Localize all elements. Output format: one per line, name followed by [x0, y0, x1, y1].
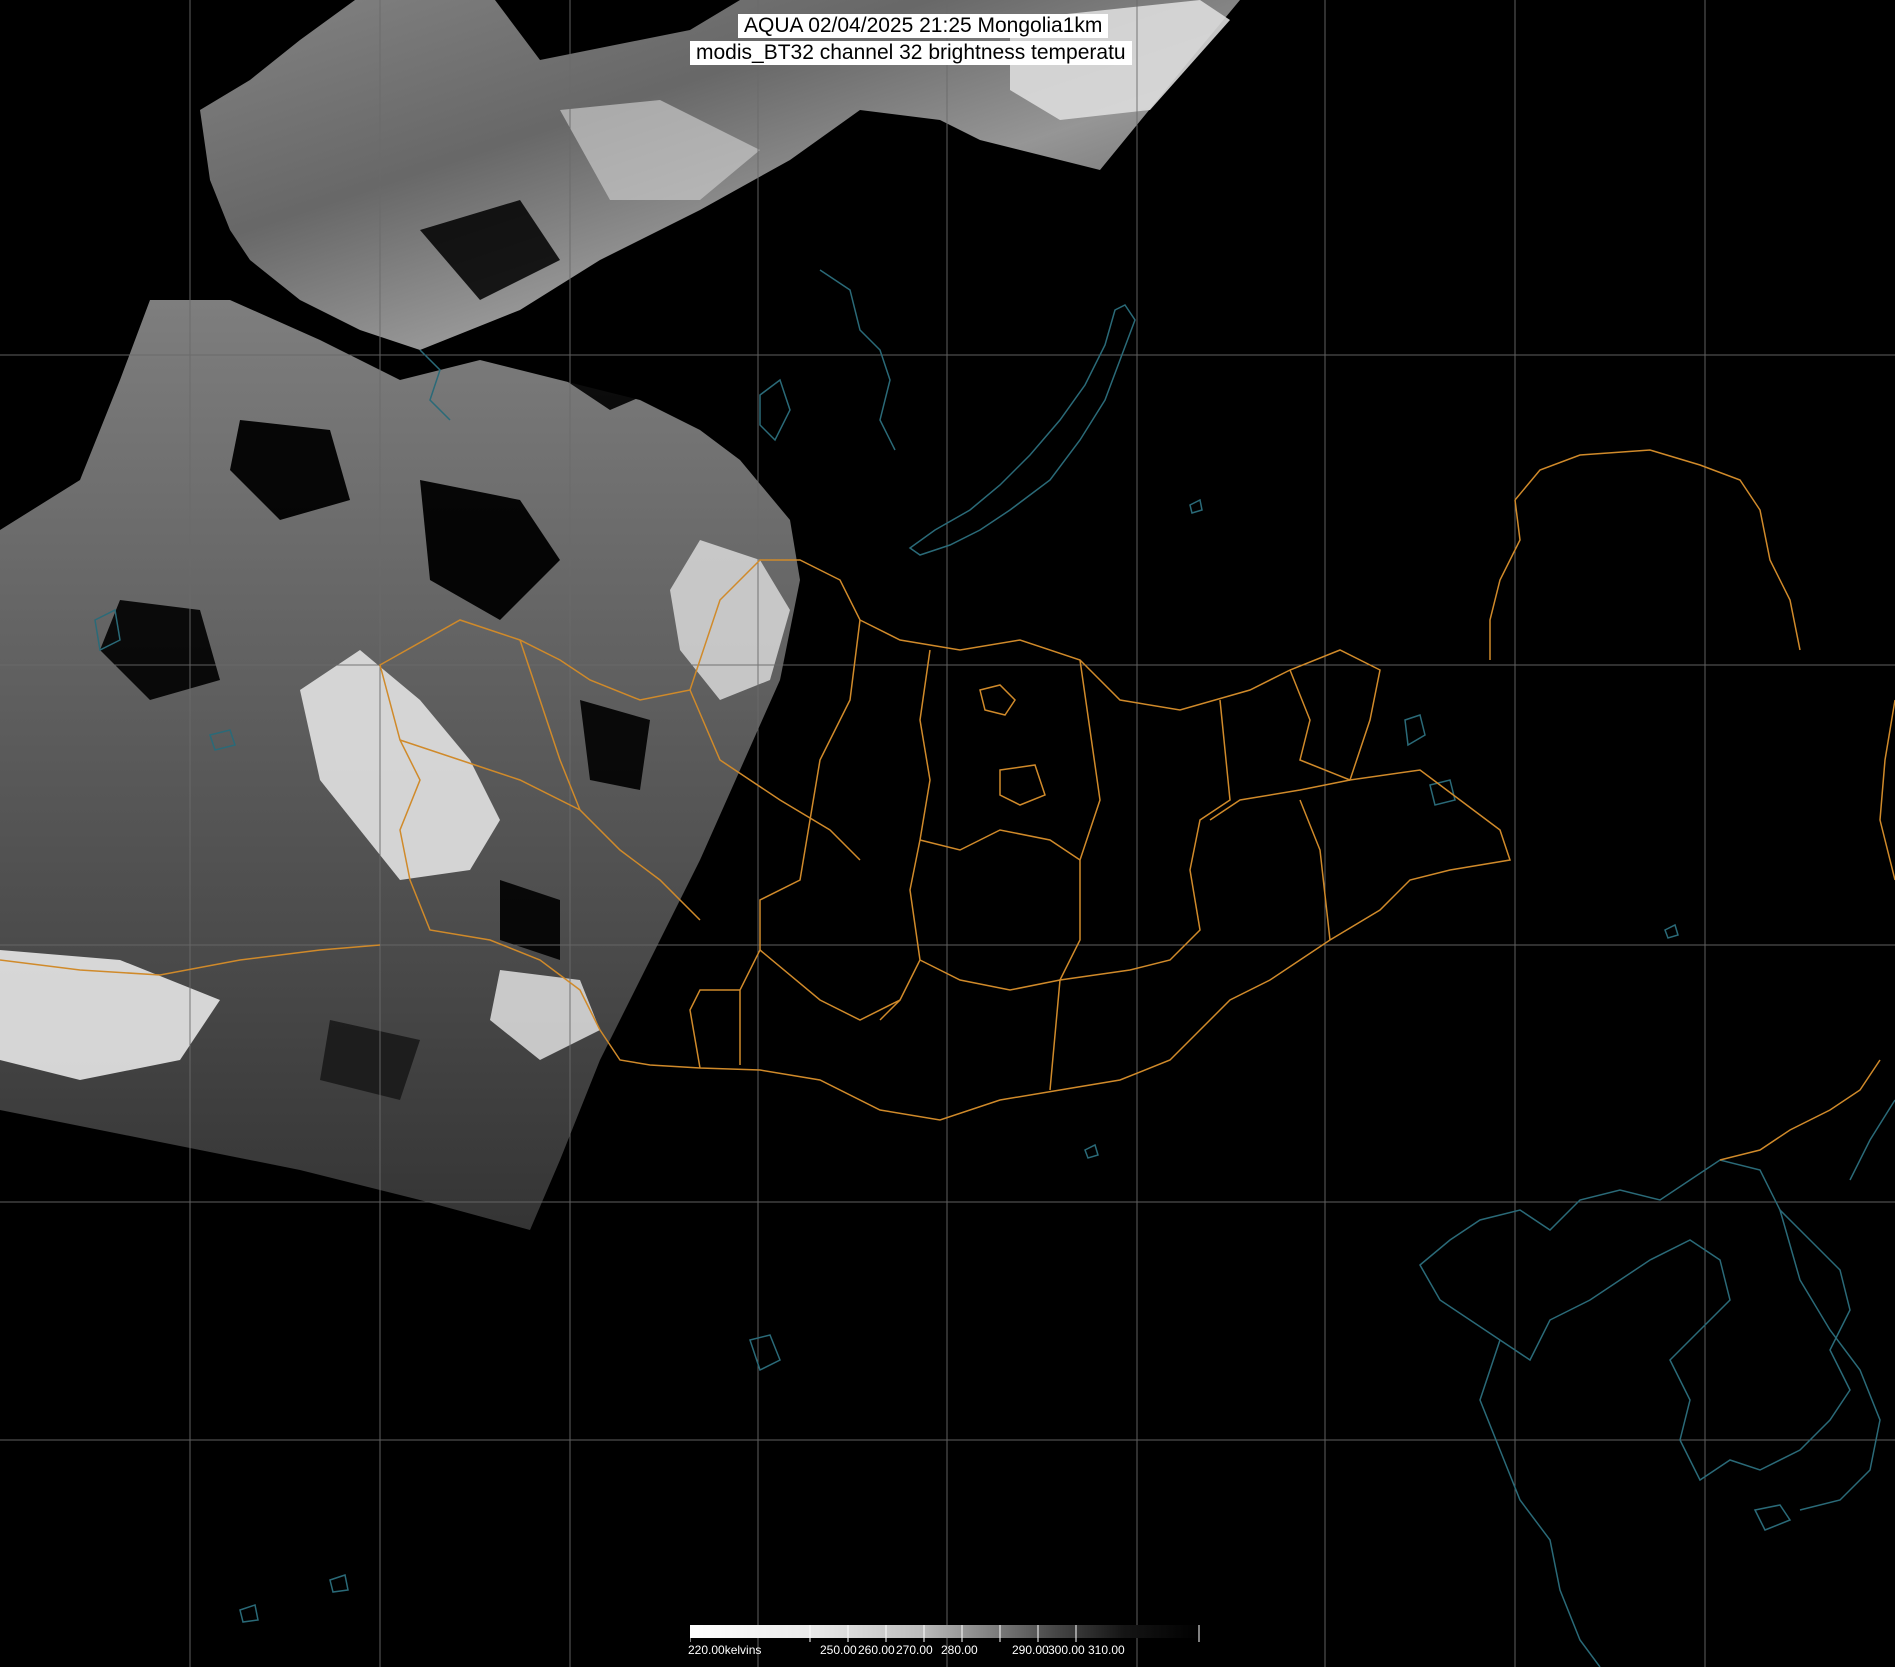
lake-khovsgol	[759, 378, 791, 442]
lake-east-2	[1429, 779, 1456, 806]
lake-east-1	[1404, 714, 1426, 747]
ulaanbaatar-outline	[999, 764, 1046, 806]
coast-korea	[1419, 1159, 1851, 1482]
province-line-12	[759, 949, 901, 1021]
coast-korea-south	[1779, 1209, 1881, 1511]
province-line-5	[879, 649, 931, 1021]
map-title-line1: AQUA 02/04/2025 21:25 Mongolia1km	[738, 14, 1109, 38]
colorbar-tick-label: 280.00	[941, 1643, 978, 1657]
city-outline-1	[979, 684, 1016, 716]
province-line-7	[1059, 699, 1231, 981]
colorbar-unit-label: 220.00kelvins	[688, 1643, 762, 1657]
russia-boundary	[1514, 449, 1801, 651]
small-lake-5	[239, 1604, 259, 1623]
small-lake-3	[1084, 1143, 1099, 1159]
china-boundary-east	[1879, 699, 1895, 881]
small-lake-4	[329, 1574, 349, 1593]
china-ne-boundary	[1719, 1059, 1881, 1161]
province-line-13	[919, 829, 1081, 861]
satellite-map	[0, 0, 1895, 1667]
coast-far-east	[1849, 1099, 1895, 1181]
small-lake-1	[1189, 498, 1203, 514]
province-line-14	[689, 989, 740, 1069]
province-line-6	[1049, 659, 1101, 1091]
colorbar-gradient	[690, 1625, 1200, 1638]
colorbar-tick-label: 270.00	[896, 1643, 933, 1657]
colorbar-tick-label: 260.00	[858, 1643, 895, 1657]
small-lake-2	[1664, 923, 1679, 939]
colorbar-tick-label: 310.00	[1088, 1643, 1125, 1657]
colorbar-tick-label: 290.00	[1012, 1643, 1049, 1657]
lake-south-1	[749, 1334, 781, 1372]
coast-china-east	[1479, 1339, 1601, 1667]
colorbar-tick-label: 300.00	[1048, 1643, 1085, 1657]
province-line-11	[919, 959, 1061, 991]
lake-south-2	[1753, 1504, 1792, 1531]
lake-baikal	[908, 304, 1136, 556]
map-title-line2: modis_BT32 channel 32 brightness tempera…	[690, 41, 1132, 65]
swath-dark-gap-6	[870, 260, 940, 340]
province-line-8	[1289, 669, 1351, 781]
province-line-9	[1209, 779, 1351, 821]
colorbar-tick-label: 250.00	[820, 1643, 857, 1657]
